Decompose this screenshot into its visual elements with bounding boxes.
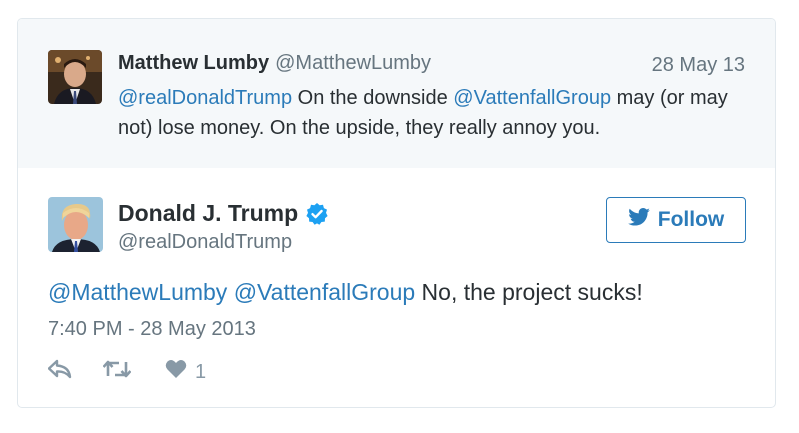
like-button[interactable]: 1 bbox=[165, 359, 206, 385]
twitter-bird-icon bbox=[627, 208, 650, 232]
tweet-text-part: No, the project sucks! bbox=[415, 279, 643, 305]
quoted-tweet[interactable]: Matthew Lumby @MatthewLumby 28 May 13 @re… bbox=[18, 19, 775, 168]
reply-button[interactable] bbox=[47, 359, 103, 385]
reply-icon bbox=[47, 359, 72, 385]
author-name-row: Donald J. Trump bbox=[118, 200, 329, 227]
like-count: 1 bbox=[195, 360, 207, 383]
tweet-text: @MatthewLumby @VattenfallGroup No, the p… bbox=[48, 279, 643, 306]
author-handle[interactable]: @realDonaldTrump bbox=[118, 231, 292, 254]
embedded-tweet-card: Matthew Lumby @MatthewLumby 28 May 13 @re… bbox=[17, 18, 776, 408]
author-display-name[interactable]: Donald J. Trump bbox=[118, 200, 298, 227]
quoted-display-name[interactable]: Matthew Lumby bbox=[118, 52, 269, 74]
verified-badge-icon bbox=[305, 202, 329, 226]
quoted-handle[interactable]: @MatthewLumby bbox=[275, 52, 431, 74]
mention-link[interactable]: @VattenfallGroup bbox=[234, 279, 415, 305]
retweet-icon bbox=[102, 359, 132, 385]
mention-link[interactable]: @MatthewLumby bbox=[48, 279, 227, 305]
quoted-header: Matthew Lumby @MatthewLumby 28 May 13 bbox=[118, 52, 745, 76]
quoted-text-part: On the downside bbox=[292, 87, 454, 109]
follow-label: Follow bbox=[657, 208, 725, 231]
mention-link[interactable]: @VattenfallGroup bbox=[453, 87, 611, 109]
author-avatar[interactable] bbox=[48, 197, 103, 252]
heart-icon bbox=[165, 359, 187, 385]
quoted-avatar[interactable] bbox=[48, 50, 102, 104]
retweet-button[interactable] bbox=[102, 359, 165, 385]
follow-button[interactable]: Follow bbox=[606, 197, 746, 243]
quoted-tweet-text: @realDonaldTrump On the downside @Vatten… bbox=[118, 83, 748, 143]
mention-link[interactable]: @realDonaldTrump bbox=[118, 87, 292, 109]
quoted-date[interactable]: 28 May 13 bbox=[652, 54, 745, 77]
tweet-timestamp[interactable]: 7:40 PM - 28 May 2013 bbox=[48, 318, 256, 341]
tweet-actions: 1 bbox=[47, 359, 206, 385]
